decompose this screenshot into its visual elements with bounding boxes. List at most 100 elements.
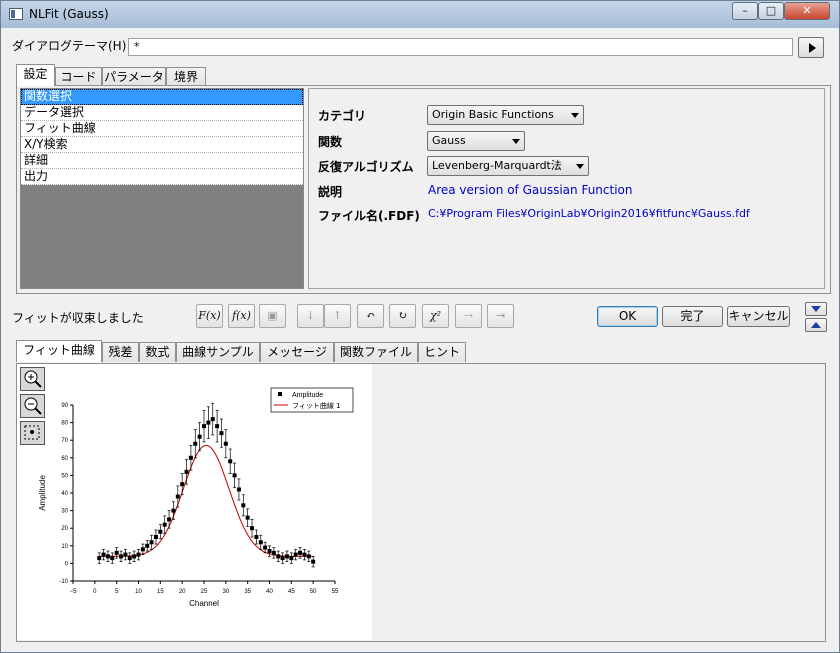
y-axis-label: Amplitude [38,475,47,511]
description-value: Area version of Gaussian Function [428,183,633,197]
sort-down-icon[interactable]: ↓ [297,304,324,328]
tab-settings[interactable]: 設定 [16,64,55,86]
category-label: カテゴリ [318,109,367,123]
minimize-button[interactable]: – [732,2,758,20]
theme-menu-button[interactable] [798,37,824,58]
data-point [311,559,316,564]
save-icon[interactable]: ▣ [259,304,286,328]
data-point [158,529,163,534]
close-button[interactable]: ✕ [784,2,830,20]
tab-formula[interactable]: 数式 [139,342,176,362]
settings-list: 関数選択 データ選択 フィット曲線 X/Y検索 詳細 出力 [20,88,304,289]
tab-curve-sample[interactable]: 曲線サンプル [176,342,260,362]
data-point [271,550,276,555]
data-point [114,550,119,555]
data-point [250,526,255,531]
data-point [206,420,211,425]
x-tick-label: 15 [157,589,164,595]
list-item-function-select[interactable]: 関数選択 [21,89,303,105]
data-point [298,550,303,555]
one-iteration-icon[interactable]: ↶ [357,304,384,328]
file-name-label: ファイル名(.FDF) [318,209,420,223]
step-icon[interactable]: ⇢ [455,304,482,328]
y-tick-label: 70 [61,438,68,444]
category-select[interactable]: Origin Basic Functions [427,105,584,125]
fit-curve-line [99,444,314,557]
y-tick-label: 50 [61,473,68,479]
tab-residuals[interactable]: 残差 [102,342,139,362]
data-point [188,455,193,460]
window-title: NLFit (Gauss) [29,7,109,21]
tab-bounds[interactable]: 境界 [166,67,206,87]
list-item-fit-curve[interactable]: フィット曲線 [21,121,303,137]
algorithm-label: 反復アルゴリズム [318,160,414,174]
tab-hints[interactable]: ヒント [418,342,466,362]
data-point [280,556,285,561]
y-tick-label: 10 [61,544,68,550]
fix-icon[interactable]: f(x) [228,304,255,328]
collapse-down-button[interactable] [805,302,827,316]
y-tick-label: 20 [61,526,68,532]
list-item-advanced[interactable]: 詳細 [21,153,303,169]
data-point [167,517,172,522]
y-tick-label: 90 [61,403,68,409]
sort-up-icon[interactable]: ↑ [324,304,351,328]
fit-until-converged-icon[interactable]: ⇥ [487,304,514,328]
nlfit-dialog: NLFit (Gauss) – □ ✕ ダイアログテーマ(H) * 設定 コード… [0,0,840,653]
data-point [284,554,289,559]
iterate-icon[interactable]: ↻ [389,304,416,328]
x-axis-label: Channel [189,599,219,608]
data-point [175,494,180,499]
data-point [119,554,124,559]
cancel-button[interactable]: キャンセル [727,306,790,327]
data-point [306,554,311,559]
y-tick-label: 60 [61,456,68,462]
dialog-theme-field[interactable]: * [128,38,793,56]
tab-fit-curve[interactable]: フィット曲線 [16,340,102,362]
ok-button[interactable]: OK [597,306,658,327]
data-point [254,535,259,539]
data-point [219,431,224,436]
data-point [223,441,228,446]
y-tick-label: -10 [59,579,68,585]
function-select[interactable]: Gauss [427,131,525,151]
fit-chart: −5 0 5 10 15 20 25 30 35 40 45 50 55 -10 0 10 20 30 40 50 60… [38,387,354,608]
chi-square-icon[interactable]: χ² [422,304,449,328]
function-value: Gauss [432,134,466,147]
function-label: 関数 [318,135,343,149]
data-point [123,552,128,557]
done-button[interactable]: 完了 [662,306,723,327]
chevron-down-icon [576,164,584,169]
data-point [132,554,137,559]
data-point [180,482,185,487]
x-tick-label: −5 [70,589,78,595]
list-item-data-select[interactable]: データ選択 [21,105,303,121]
legend-label-amplitude: Amplitude [292,392,323,399]
data-point [162,522,167,527]
data-point [197,434,202,439]
description-label: 説明 [318,185,343,199]
data-point [110,556,115,561]
file-name-value: C:¥Program Files¥OriginLab¥Origin2016¥fi… [428,207,750,220]
data-point [193,441,198,446]
expand-up-button[interactable] [805,318,827,332]
data-point [289,556,294,561]
tab-messages[interactable]: メッセージ [260,342,334,362]
x-tick-label: 25 [201,589,208,595]
data-point [101,552,106,557]
data-point [105,554,110,559]
init-icon[interactable]: F(x) [196,304,223,328]
legend-marker-amplitude [278,392,282,396]
data-point [263,545,268,550]
legend-label-fit: フィット曲線 1 [292,401,341,410]
list-item-xy-search[interactable]: X/Y検索 [21,137,303,153]
status-text: フィットが収束しました [12,311,144,325]
list-item-output[interactable]: 出力 [21,169,303,185]
tab-parameters[interactable]: パラメータ [102,67,166,87]
algorithm-select[interactable]: Levenberg-Marquardt法 [427,156,589,176]
maximize-button[interactable]: □ [758,2,784,20]
data-point [210,417,215,422]
tab-function-file[interactable]: 関数ファイル [334,342,418,362]
tab-code[interactable]: コード [55,67,102,87]
y-tick-label: 30 [61,509,68,515]
